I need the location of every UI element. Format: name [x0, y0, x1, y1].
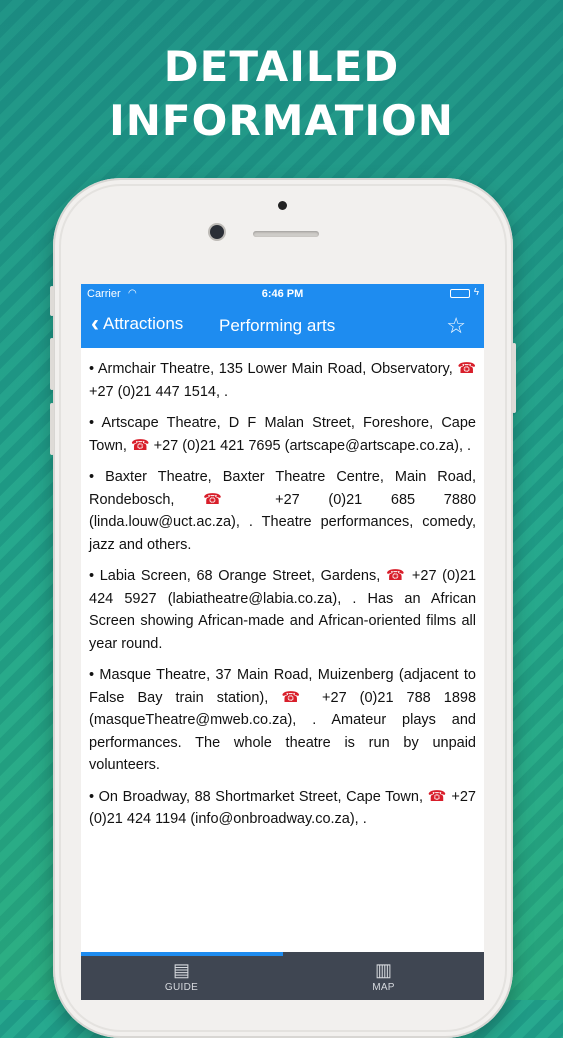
entry-details: (info@onbroadway.co.za), .: [190, 811, 367, 827]
entry-details: , .: [215, 383, 229, 400]
attraction-list: • Armchair Theatre, 135 Lower Main Road,…: [81, 348, 484, 952]
power-button: [512, 343, 516, 413]
telephone-icon: ☎: [427, 787, 447, 805]
volume-up-button: [50, 338, 54, 390]
entry-phone[interactable]: +27 (0)21 685 7880: [275, 492, 476, 508]
star-icon[interactable]: ☆: [446, 313, 466, 339]
tab-map-label: MAP: [372, 982, 395, 993]
list-item: • Armchair Theatre, 135 Lower Main Road,…: [89, 358, 476, 403]
list-item: • Artscape Theatre, D F Malan Street, Fo…: [89, 412, 476, 457]
list-item: • On Broadway, 88 Shortmarket Street, Ca…: [89, 786, 476, 831]
telephone-icon: ☎: [130, 436, 150, 454]
earpiece-speaker: [253, 231, 319, 237]
status-time: 6:46 PM: [261, 288, 304, 300]
proximity-sensor: [278, 201, 287, 210]
list-item: • Baxter Theatre, Baxter Theatre Centre,…: [89, 466, 476, 556]
entry-phone[interactable]: +27 (0)21 421 7695: [154, 438, 281, 454]
tab-guide[interactable]: ▤ GUIDE: [81, 956, 282, 1000]
entry-address: • On Broadway, 88 Shortmarket Street, Ca…: [89, 788, 423, 805]
entry-details: (linda.louw@uct.ac.za), . Theatre perfor…: [89, 514, 476, 553]
app-screen: Carrier ◠ 6:46 PM ϟ ‹ Attractions Perfor…: [81, 284, 484, 1000]
entry-address: • Labia Screen, 68 Orange Street, Garden…: [89, 568, 381, 584]
entry-phone[interactable]: +27 (0)21 788 1898: [322, 690, 476, 706]
chevron-left-icon: ‹: [91, 310, 99, 337]
mute-switch: [50, 286, 54, 316]
page-title: Performing arts: [219, 316, 336, 335]
map-icon: ▥: [374, 960, 392, 980]
telephone-icon: ☎: [203, 490, 247, 508]
tab-bar: ▤ GUIDE ▥ MAP: [81, 952, 484, 1000]
back-button-label: Attractions: [103, 314, 184, 333]
telephone-icon: ☎: [281, 688, 310, 706]
promo-headline: DETAILED INFORMATION: [0, 40, 563, 148]
list-item: • Masque Theatre, 37 Main Road, Muizenbe…: [89, 664, 476, 777]
headline-line-1: DETAILED: [163, 42, 400, 91]
entry-phone[interactable]: +27 (0)21 447 1514: [89, 384, 216, 400]
tab-map[interactable]: ▥ MAP: [283, 956, 484, 1000]
navigation-bar: ‹ Attractions Performing arts ☆: [81, 304, 484, 348]
entry-details: (masqueTheatre@mweb.co.za), . Amateur pl…: [89, 712, 476, 773]
front-camera: [210, 225, 224, 239]
battery-icon: [450, 289, 470, 298]
headline-line-2: INFORMATION: [109, 96, 454, 145]
back-button[interactable]: ‹ Attractions: [91, 310, 184, 337]
charging-icon: ϟ: [473, 287, 479, 298]
tab-guide-label: GUIDE: [164, 982, 199, 993]
volume-down-button: [50, 403, 54, 455]
list-item: • Labia Screen, 68 Orange Street, Garden…: [89, 565, 476, 655]
telephone-icon: ☎: [457, 360, 477, 377]
status-bar: Carrier ◠ 6:46 PM ϟ: [81, 284, 484, 304]
entry-address: • Armchair Theatre, 135 Lower Main Road,…: [89, 361, 453, 377]
telephone-icon: ☎: [385, 567, 407, 584]
book-icon: ▤: [172, 960, 190, 980]
entry-details: (artscape@artscape.co.za), .: [284, 437, 472, 454]
